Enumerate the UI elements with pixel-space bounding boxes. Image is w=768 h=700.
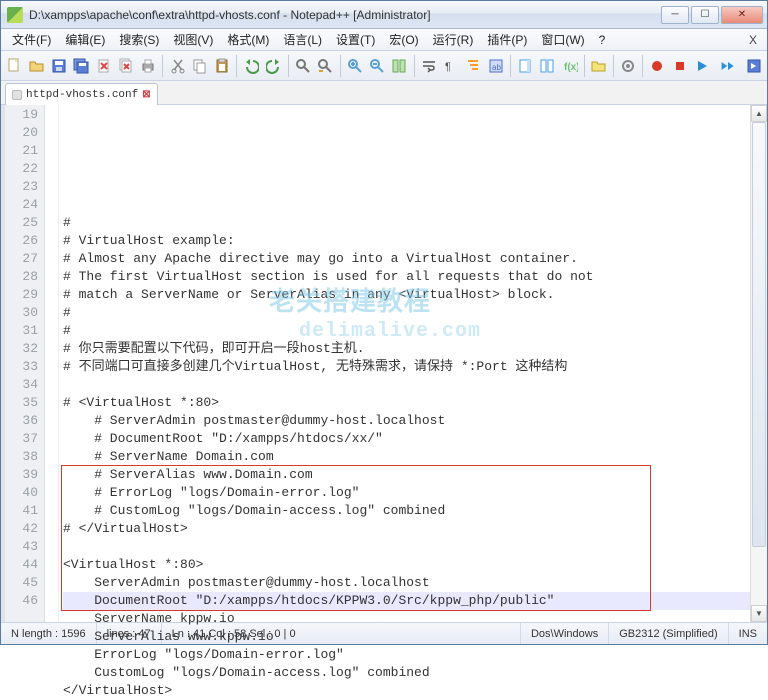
menu-run[interactable]: 运行(R) (426, 29, 481, 50)
function-list-button[interactable]: f(x) (559, 55, 579, 77)
line-number-gutter: 1920212223242526272829303132333435363738… (1, 105, 45, 622)
code-line[interactable]: CustomLog "logs/Domain-access.log" combi… (63, 664, 750, 682)
record-macro-button[interactable] (647, 55, 667, 77)
close-button[interactable]: ✕ (721, 6, 763, 24)
menu-window[interactable]: 窗口(W) (534, 29, 591, 50)
code-line[interactable]: ErrorLog "logs/Domain-error.log" (63, 646, 750, 664)
tab-close-icon[interactable]: ⊠ (142, 89, 150, 101)
show-all-chars-button[interactable]: ¶ (441, 55, 461, 77)
vertical-scrollbar[interactable]: ▲ ▼ (750, 105, 767, 622)
code-line[interactable]: # The first VirtualHost section is used … (63, 268, 750, 286)
zoom-out-button[interactable] (367, 55, 387, 77)
scroll-up-arrow[interactable]: ▲ (751, 105, 767, 122)
code-line[interactable]: ServerAlias www.kppw.io (63, 628, 750, 646)
monitor-button[interactable] (618, 55, 638, 77)
code-line[interactable]: # (63, 304, 750, 322)
save-macro-button[interactable] (744, 55, 764, 77)
svg-text:ab: ab (492, 63, 501, 72)
toolbar: ¶ ab f(x) (1, 51, 767, 81)
code-line[interactable]: ServerAdmin postmaster@dummy-host.localh… (63, 574, 750, 592)
code-line[interactable]: # </VirtualHost> (63, 520, 750, 538)
editor: 1920212223242526272829303132333435363738… (1, 105, 767, 622)
scrollbar-thumb[interactable] (752, 122, 766, 547)
svg-text:f(x): f(x) (564, 62, 578, 73)
sync-scroll-button[interactable] (389, 55, 409, 77)
print-button[interactable] (138, 55, 158, 77)
title-bar: D:\xampps\apache\conf\extra\httpd-vhosts… (1, 1, 767, 29)
menubar-close-button[interactable]: X (743, 33, 763, 47)
menu-edit[interactable]: 编辑(E) (58, 29, 112, 50)
file-status-icon (12, 90, 22, 100)
code-line[interactable] (63, 538, 750, 556)
menu-view[interactable]: 视图(V) (166, 29, 220, 50)
file-tab[interactable]: httpd-vhosts.conf ⊠ (5, 83, 158, 105)
code-line[interactable] (63, 376, 750, 394)
code-line[interactable]: # ErrorLog "logs/Domain-error.log" (63, 484, 750, 502)
new-file-button[interactable] (4, 55, 24, 77)
save-all-button[interactable] (71, 55, 91, 77)
replace-button[interactable] (315, 55, 335, 77)
doc-switcher-button[interactable] (537, 55, 557, 77)
menu-macro[interactable]: 宏(O) (382, 29, 425, 50)
redo-button[interactable] (264, 55, 284, 77)
save-button[interactable] (49, 55, 69, 77)
menu-settings[interactable]: 设置(T) (329, 29, 382, 50)
code-area[interactable]: 老关搭建教程 delimalive.com ## VirtualHost exa… (59, 105, 750, 622)
code-line[interactable]: # Almost any Apache directive may go int… (63, 250, 750, 268)
code-line[interactable] (63, 196, 750, 214)
svg-text:¶: ¶ (445, 61, 451, 73)
tab-bar: httpd-vhosts.conf ⊠ (1, 81, 767, 105)
indent-guide-button[interactable] (463, 55, 483, 77)
window-title: D:\xampps\apache\conf\extra\httpd-vhosts… (29, 8, 659, 22)
close-file-button[interactable] (93, 55, 113, 77)
close-all-button[interactable] (116, 55, 136, 77)
folder-view-button[interactable] (589, 55, 609, 77)
menu-search[interactable]: 搜索(S) (112, 29, 166, 50)
find-button[interactable] (293, 55, 313, 77)
stop-macro-button[interactable] (670, 55, 690, 77)
code-line[interactable]: DocumentRoot "D:/xampps/htdocs/KPPW3.0/S… (63, 592, 750, 610)
fold-margin[interactable] (45, 105, 59, 622)
cut-button[interactable] (167, 55, 187, 77)
menu-plugins[interactable]: 插件(P) (480, 29, 534, 50)
menu-language[interactable]: 语言(L) (276, 29, 329, 50)
code-line[interactable]: # match a ServerName or ServerAlias in a… (63, 286, 750, 304)
code-line[interactable]: ServerName kppw.io (63, 610, 750, 628)
play-multi-macro-button[interactable] (714, 55, 742, 77)
code-line[interactable]: # VirtualHost example: (63, 232, 750, 250)
menu-help[interactable]: ? (592, 31, 613, 49)
paste-button[interactable] (212, 55, 232, 77)
doc-map-button[interactable] (515, 55, 535, 77)
open-file-button[interactable] (26, 55, 46, 77)
menu-format[interactable]: 格式(M) (220, 29, 276, 50)
app-icon (7, 7, 23, 23)
code-line[interactable]: </VirtualHost> (63, 682, 750, 700)
code-line[interactable]: # (63, 214, 750, 232)
copy-button[interactable] (190, 55, 210, 77)
menu-bar: 文件(F) 编辑(E) 搜索(S) 视图(V) 格式(M) 语言(L) 设置(T… (1, 29, 767, 51)
scroll-down-arrow[interactable]: ▼ (751, 605, 767, 622)
word-wrap-button[interactable] (418, 55, 438, 77)
tab-label: httpd-vhosts.conf (26, 89, 138, 101)
menu-file[interactable]: 文件(F) (5, 29, 58, 50)
code-line[interactable]: # DocumentRoot "D:/xampps/htdocs/xx/" (63, 430, 750, 448)
code-line[interactable]: # ServerName Domain.com (63, 448, 750, 466)
undo-button[interactable] (241, 55, 261, 77)
code-line[interactable]: # ServerAlias www.Domain.com (63, 466, 750, 484)
code-line[interactable]: # <VirtualHost *:80> (63, 394, 750, 412)
code-line[interactable]: # ServerAdmin postmaster@dummy-host.loca… (63, 412, 750, 430)
play-macro-button[interactable] (692, 55, 712, 77)
code-line[interactable]: <VirtualHost *:80> (63, 556, 750, 574)
code-line[interactable]: # CustomLog "logs/Domain-access.log" com… (63, 502, 750, 520)
maximize-button[interactable]: ☐ (691, 6, 719, 24)
minimize-button[interactable]: ─ (661, 6, 689, 24)
zoom-in-button[interactable] (345, 55, 365, 77)
code-line[interactable]: # 不同端口可直接多创建几个VirtualHost, 无特殊需求，请保持 *:P… (63, 358, 750, 376)
code-line[interactable]: # 你只需要配置以下代码，即可开启一段host主机. (63, 340, 750, 358)
code-line[interactable]: # (63, 322, 750, 340)
user-lang-button[interactable]: ab (485, 55, 505, 77)
